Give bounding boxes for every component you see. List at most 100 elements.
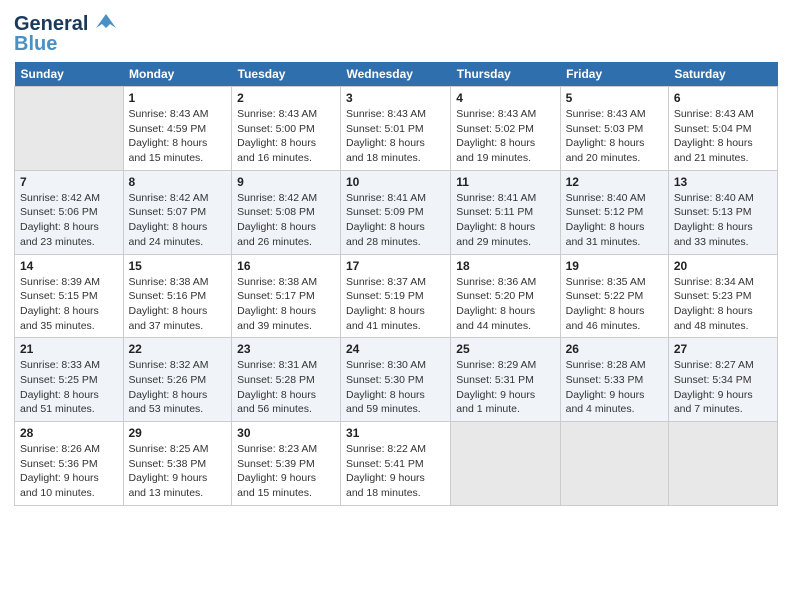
header-saturday: Saturday xyxy=(668,62,777,87)
calendar-cell: 21 Sunrise: 8:33 AMSunset: 5:25 PMDayligh… xyxy=(15,338,124,422)
logo-bird-icon xyxy=(92,10,120,32)
day-info: Sunrise: 8:41 AMSunset: 5:09 PMDaylight:… xyxy=(346,191,445,250)
day-number: 29 xyxy=(129,426,227,440)
calendar-cell xyxy=(451,422,560,506)
day-number: 30 xyxy=(237,426,335,440)
calendar-cell: 17 Sunrise: 8:37 AMSunset: 5:19 PMDayligh… xyxy=(341,254,451,338)
day-number: 15 xyxy=(129,259,227,273)
calendar-cell: 14Sunrise: 8:39 AMSunset: 5:15 PMDayligh… xyxy=(15,254,124,338)
calendar-cell: 4 Sunrise: 8:43 AMSunset: 5:02 PMDaylight… xyxy=(451,87,560,171)
day-number: 22 xyxy=(129,342,227,356)
day-info: Sunrise: 8:38 AMSunset: 5:17 PMDaylight:… xyxy=(237,275,335,334)
day-info: Sunrise: 8:22 AMSunset: 5:41 PMDaylight:… xyxy=(346,442,445,501)
day-info: Sunrise: 8:31 AMSunset: 5:28 PMDaylight:… xyxy=(237,358,335,417)
week-row-1: 1 Sunrise: 8:43 AMSunset: 4:59 PMDaylight… xyxy=(15,87,778,171)
calendar-cell: 22 Sunrise: 8:32 AMSunset: 5:26 PMDayligh… xyxy=(123,338,232,422)
calendar-cell: 30 Sunrise: 8:23 AMSunset: 5:39 PMDayligh… xyxy=(232,422,341,506)
header-friday: Friday xyxy=(560,62,668,87)
calendar-cell: 16 Sunrise: 8:38 AMSunset: 5:17 PMDayligh… xyxy=(232,254,341,338)
header-monday: Monday xyxy=(123,62,232,87)
calendar-cell: 9 Sunrise: 8:42 AMSunset: 5:08 PMDaylight… xyxy=(232,170,341,254)
header-thursday: Thursday xyxy=(451,62,560,87)
day-number: 13 xyxy=(674,175,772,189)
day-info: Sunrise: 8:38 AMSunset: 5:16 PMDaylight:… xyxy=(129,275,227,334)
calendar-cell: 18 Sunrise: 8:36 AMSunset: 5:20 PMDayligh… xyxy=(451,254,560,338)
day-number: 9 xyxy=(237,175,335,189)
day-info: Sunrise: 8:23 AMSunset: 5:39 PMDaylight:… xyxy=(237,442,335,501)
day-number: 19 xyxy=(566,259,663,273)
day-number: 24 xyxy=(346,342,445,356)
calendar-cell: 12 Sunrise: 8:40 AMSunset: 5:12 PMDayligh… xyxy=(560,170,668,254)
day-number: 21 xyxy=(20,342,118,356)
calendar-cell: 6 Sunrise: 8:43 AMSunset: 5:04 PMDaylight… xyxy=(668,87,777,171)
calendar-cell: 31 Sunrise: 8:22 AMSunset: 5:41 PMDayligh… xyxy=(341,422,451,506)
calendar-cell: 27Sunrise: 8:27 AMSunset: 5:34 PMDayligh… xyxy=(668,338,777,422)
calendar-cell: 23 Sunrise: 8:31 AMSunset: 5:28 PMDayligh… xyxy=(232,338,341,422)
calendar-cell: 13 Sunrise: 8:40 AMSunset: 5:13 PMDayligh… xyxy=(668,170,777,254)
calendar-cell: 2 Sunrise: 8:43 AMSunset: 5:00 PMDaylight… xyxy=(232,87,341,171)
logo: General Blue xyxy=(14,10,120,56)
day-info: Sunrise: 8:27 AMSunset: 5:34 PMDaylight:… xyxy=(674,358,772,417)
day-info: Sunrise: 8:43 AMSunset: 5:02 PMDaylight:… xyxy=(456,107,554,166)
day-info: Sunrise: 8:42 AMSunset: 5:08 PMDaylight:… xyxy=(237,191,335,250)
day-number: 3 xyxy=(346,91,445,105)
day-info: Sunrise: 8:32 AMSunset: 5:26 PMDaylight:… xyxy=(129,358,227,417)
day-number: 7 xyxy=(20,175,118,189)
day-number: 1 xyxy=(129,91,227,105)
calendar-cell: 3Sunrise: 8:43 AMSunset: 5:01 PMDaylight… xyxy=(341,87,451,171)
day-info: Sunrise: 8:43 AMSunset: 5:04 PMDaylight:… xyxy=(674,107,772,166)
day-number: 16 xyxy=(237,259,335,273)
day-number: 31 xyxy=(346,426,445,440)
day-info: Sunrise: 8:43 AMSunset: 5:00 PMDaylight:… xyxy=(237,107,335,166)
calendar-cell xyxy=(15,87,124,171)
calendar-cell: 20Sunrise: 8:34 AMSunset: 5:23 PMDayligh… xyxy=(668,254,777,338)
calendar-table: SundayMondayTuesdayWednesdayThursdayFrid… xyxy=(14,62,778,506)
week-row-3: 14Sunrise: 8:39 AMSunset: 5:15 PMDayligh… xyxy=(15,254,778,338)
calendar-cell: 28Sunrise: 8:26 AMSunset: 5:36 PMDayligh… xyxy=(15,422,124,506)
day-number: 2 xyxy=(237,91,335,105)
week-row-4: 21 Sunrise: 8:33 AMSunset: 5:25 PMDayligh… xyxy=(15,338,778,422)
day-info: Sunrise: 8:33 AMSunset: 5:25 PMDaylight:… xyxy=(20,358,118,417)
day-info: Sunrise: 8:37 AMSunset: 5:19 PMDaylight:… xyxy=(346,275,445,334)
calendar-cell: 29 Sunrise: 8:25 AMSunset: 5:38 PMDayligh… xyxy=(123,422,232,506)
day-info: Sunrise: 8:43 AMSunset: 4:59 PMDaylight:… xyxy=(129,107,227,166)
header: General Blue xyxy=(14,10,778,56)
week-row-5: 28Sunrise: 8:26 AMSunset: 5:36 PMDayligh… xyxy=(15,422,778,506)
day-info: Sunrise: 8:25 AMSunset: 5:38 PMDaylight:… xyxy=(129,442,227,501)
calendar-cell: 26Sunrise: 8:28 AMSunset: 5:33 PMDayligh… xyxy=(560,338,668,422)
day-number: 26 xyxy=(566,342,663,356)
day-number: 28 xyxy=(20,426,118,440)
day-info: Sunrise: 8:40 AMSunset: 5:13 PMDaylight:… xyxy=(674,191,772,250)
calendar-cell: 25 Sunrise: 8:29 AMSunset: 5:31 PMDayligh… xyxy=(451,338,560,422)
header-sunday: Sunday xyxy=(15,62,124,87)
calendar-cell: 10 Sunrise: 8:41 AMSunset: 5:09 PMDayligh… xyxy=(341,170,451,254)
calendar-cell: 8 Sunrise: 8:42 AMSunset: 5:07 PMDaylight… xyxy=(123,170,232,254)
day-info: Sunrise: 8:42 AMSunset: 5:07 PMDaylight:… xyxy=(129,191,227,250)
logo-general: General xyxy=(14,13,88,35)
day-info: Sunrise: 8:29 AMSunset: 5:31 PMDaylight:… xyxy=(456,358,554,417)
calendar-cell: 11Sunrise: 8:41 AMSunset: 5:11 PMDayligh… xyxy=(451,170,560,254)
calendar-cell: 19Sunrise: 8:35 AMSunset: 5:22 PMDayligh… xyxy=(560,254,668,338)
day-number: 4 xyxy=(456,91,554,105)
day-number: 6 xyxy=(674,91,772,105)
day-number: 17 xyxy=(346,259,445,273)
day-number: 23 xyxy=(237,342,335,356)
day-number: 25 xyxy=(456,342,554,356)
calendar-cell xyxy=(668,422,777,506)
day-info: Sunrise: 8:36 AMSunset: 5:20 PMDaylight:… xyxy=(456,275,554,334)
day-number: 12 xyxy=(566,175,663,189)
day-info: Sunrise: 8:42 AMSunset: 5:06 PMDaylight:… xyxy=(20,191,118,250)
calendar-cell: 24 Sunrise: 8:30 AMSunset: 5:30 PMDayligh… xyxy=(341,338,451,422)
calendar-cell: 5Sunrise: 8:43 AMSunset: 5:03 PMDaylight… xyxy=(560,87,668,171)
logo-blue: Blue xyxy=(14,33,57,56)
day-info: Sunrise: 8:39 AMSunset: 5:15 PMDaylight:… xyxy=(20,275,118,334)
calendar-cell: 7 Sunrise: 8:42 AMSunset: 5:06 PMDaylight… xyxy=(15,170,124,254)
day-number: 10 xyxy=(346,175,445,189)
day-info: Sunrise: 8:34 AMSunset: 5:23 PMDaylight:… xyxy=(674,275,772,334)
day-number: 18 xyxy=(456,259,554,273)
day-info: Sunrise: 8:30 AMSunset: 5:30 PMDaylight:… xyxy=(346,358,445,417)
calendar-cell: 15 Sunrise: 8:38 AMSunset: 5:16 PMDayligh… xyxy=(123,254,232,338)
day-info: Sunrise: 8:40 AMSunset: 5:12 PMDaylight:… xyxy=(566,191,663,250)
day-number: 8 xyxy=(129,175,227,189)
day-number: 5 xyxy=(566,91,663,105)
